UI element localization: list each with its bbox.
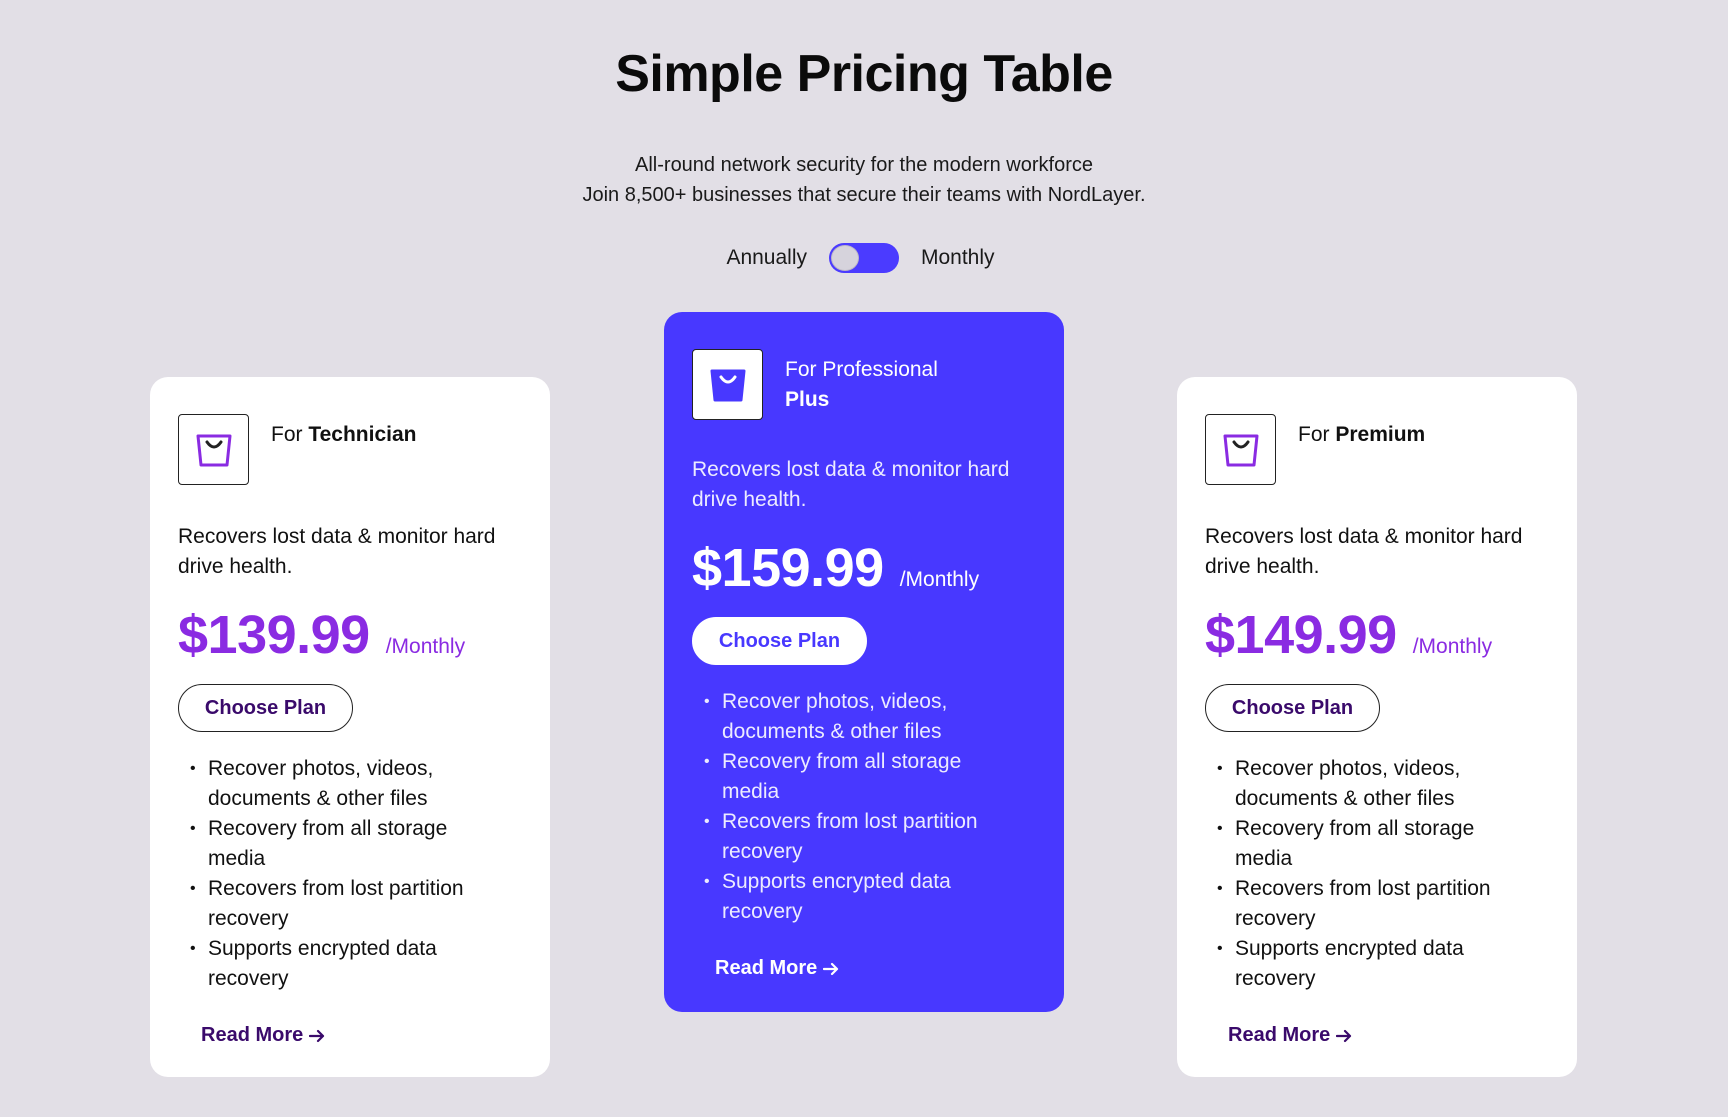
- shopping-bag-icon: [178, 414, 249, 485]
- read-more-link[interactable]: Read More: [1228, 1024, 1352, 1047]
- plan-card-premium: For Premium Recovers lost data & monitor…: [1177, 377, 1577, 1077]
- choose-plan-button[interactable]: Choose Plan: [692, 617, 867, 665]
- plan-description: Recovers lost data & monitor hard drive …: [692, 458, 1010, 511]
- plan-prefix: For: [271, 423, 303, 446]
- plan-price: $159.99: [692, 538, 884, 598]
- plan-card-technician: For Technician Recovers lost data & moni…: [150, 377, 550, 1077]
- plan-description: Recovers lost data & monitor hard drive …: [1205, 525, 1523, 578]
- shopping-bag-icon: [692, 349, 763, 420]
- feature-item: Recovery from all storage media: [190, 814, 510, 874]
- monthly-label[interactable]: Monthly: [921, 246, 1031, 270]
- plan-price: $149.99: [1205, 605, 1397, 665]
- price-period: /Monthly: [1412, 635, 1493, 658]
- feature-item: Recover photos, videos, documents & othe…: [704, 687, 1024, 747]
- feature-item: Recovery from all storage media: [704, 747, 1024, 807]
- plan-title: Premium: [1335, 423, 1426, 446]
- plan-description: Recovers lost data & monitor hard drive …: [178, 525, 496, 578]
- page-title: Simple Pricing Table: [615, 45, 1113, 103]
- annually-label[interactable]: Annually: [697, 246, 807, 270]
- feature-item: Recover photos, videos, documents & othe…: [190, 754, 510, 814]
- price-period: /Monthly: [899, 568, 980, 591]
- feature-list: Recover photos, videos, documents & othe…: [178, 754, 522, 994]
- plan-title: Technician: [308, 423, 417, 446]
- subtitle-line-1: All-round network security for the moder…: [635, 154, 1093, 176]
- plan-price: $139.99: [178, 605, 370, 665]
- plan-name: For Technician: [271, 414, 416, 450]
- feature-item: Recovers from lost partition recovery: [704, 807, 1024, 867]
- arrow-right-icon: [823, 962, 839, 975]
- plan-name: For Professional Plus: [785, 349, 938, 415]
- read-more-label: Read More: [715, 957, 818, 979]
- plan-card-header: For Technician: [178, 414, 522, 485]
- price-period: /Monthly: [385, 635, 466, 658]
- plan-prefix: For: [1298, 423, 1330, 446]
- page-subtitle: All-round network security for the moder…: [0, 150, 1728, 210]
- feature-list: Recover photos, videos, documents & othe…: [692, 687, 1036, 927]
- feature-item: Recovers from lost partition recovery: [190, 874, 510, 934]
- arrow-right-icon: [309, 1029, 325, 1042]
- feature-item: Recover photos, videos, documents & othe…: [1217, 754, 1537, 814]
- feature-item: Supports encrypted data recovery: [190, 934, 510, 994]
- arrow-right-icon: [1336, 1029, 1352, 1042]
- read-more-link[interactable]: Read More: [201, 1024, 325, 1047]
- subtitle-line-2: Join 8,500+ businesses that secure their…: [582, 184, 1146, 206]
- plan-card-professional-plus: For Professional Plus Recovers lost data…: [664, 312, 1064, 1012]
- billing-toggle-row: Annually Monthly: [0, 243, 1728, 273]
- choose-plan-button[interactable]: Choose Plan: [1205, 684, 1380, 732]
- billing-period-switch[interactable]: [829, 243, 899, 273]
- feature-list: Recover photos, videos, documents & othe…: [1205, 754, 1549, 994]
- plan-name: For Premium: [1298, 414, 1425, 450]
- pricing-page: Simple Pricing Table All-round network s…: [0, 0, 1728, 1117]
- read-more-link[interactable]: Read More: [715, 957, 839, 980]
- feature-item: Supports encrypted data recovery: [1217, 934, 1537, 994]
- feature-item: Recovers from lost partition recovery: [1217, 874, 1537, 934]
- plan-title: Plus: [785, 388, 830, 411]
- plan-card-header: For Professional Plus: [692, 349, 1036, 420]
- plan-card-header: For Premium: [1205, 414, 1549, 485]
- feature-item: Supports encrypted data recovery: [704, 867, 1024, 927]
- price-row: $159.99 /Monthly: [692, 537, 1036, 599]
- plan-prefix: For Professional: [785, 358, 938, 381]
- choose-plan-button[interactable]: Choose Plan: [178, 684, 353, 732]
- read-more-label: Read More: [1228, 1024, 1331, 1046]
- switch-knob[interactable]: [831, 245, 859, 271]
- price-row: $139.99 /Monthly: [178, 604, 522, 666]
- feature-item: Recovery from all storage media: [1217, 814, 1537, 874]
- shopping-bag-icon: [1205, 414, 1276, 485]
- read-more-label: Read More: [201, 1024, 304, 1046]
- price-row: $149.99 /Monthly: [1205, 604, 1549, 666]
